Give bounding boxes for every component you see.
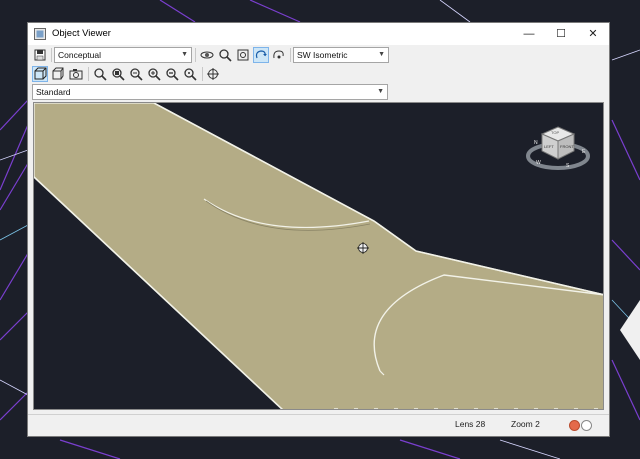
status-dot-icon: [569, 420, 580, 431]
toolbar-separator: [202, 67, 203, 81]
window-zoom-icon: [237, 49, 249, 61]
parallel-view-button[interactable]: [32, 66, 48, 82]
zoom-button[interactable]: [217, 47, 233, 63]
3d-viewport[interactable]: TOP FRONT LEFT N E S W: [33, 102, 604, 410]
zoom-previous-icon: [130, 68, 143, 81]
toolbar-separator: [290, 48, 291, 62]
lens-readout: Lens 28: [455, 419, 486, 429]
zoom-in-button[interactable]: [146, 66, 162, 82]
visual-style-value: Conceptual: [58, 50, 102, 60]
pan-button[interactable]: [205, 66, 221, 82]
close-button[interactable]: ✕: [577, 23, 609, 45]
pan-icon: [207, 68, 219, 80]
status-bar: Lens 28 Zoom 2: [28, 414, 609, 435]
maximize-button[interactable]: ☐: [545, 23, 577, 45]
zoom-extents-button[interactable]: [92, 66, 108, 82]
zoom-out-icon: [166, 68, 179, 81]
viewcube-front-label: FRONT: [560, 144, 574, 149]
window-title: Object Viewer: [52, 28, 111, 39]
orbit-button[interactable]: [199, 47, 215, 63]
style-dropdown[interactable]: Standard ▼: [32, 84, 388, 100]
status-dot-icon: [581, 420, 592, 431]
zoom-out-button[interactable]: [164, 66, 180, 82]
parallel-view-icon: [34, 67, 47, 80]
zoom-extents-icon: [94, 68, 107, 81]
toolbar-separator: [88, 67, 89, 81]
zoom-realtime-button[interactable]: [182, 66, 198, 82]
compass-w-label: W: [536, 160, 541, 166]
viewcube-left-label: LEFT: [544, 144, 554, 149]
camera-icon: [69, 69, 83, 80]
continuous-orbit-icon: [273, 50, 284, 59]
object-viewer-window: Object Viewer — ☐ ✕ Conceptual ▼ SW Isom…: [27, 22, 610, 437]
style-value: Standard: [36, 87, 71, 97]
camera-view-button[interactable]: [68, 66, 84, 82]
compass-e-label: E: [582, 149, 586, 155]
toolbar-separator: [51, 48, 52, 62]
zoom-window-button[interactable]: [110, 66, 126, 82]
perspective-view-icon: [52, 67, 64, 80]
minimize-button[interactable]: —: [513, 23, 545, 45]
save-button[interactable]: [32, 47, 48, 63]
object-viewer-app-icon: [34, 28, 46, 40]
visual-style-dropdown[interactable]: Conceptual ▼: [54, 47, 192, 63]
continuous-orbit-button[interactable]: [271, 47, 287, 63]
close-icon: ✕: [588, 28, 598, 40]
chevron-down-icon: ▼: [378, 51, 385, 58]
road-surface-model: [34, 103, 603, 409]
view-preset-dropdown[interactable]: SW Isometric ▼: [293, 47, 389, 63]
compass-n-label: N: [534, 140, 538, 146]
view-toolbar: [28, 66, 609, 84]
zoom-window-icon: [112, 68, 125, 81]
free-orbit-button[interactable]: [253, 47, 269, 63]
orbit-icon: [200, 51, 214, 59]
style-row: Standard ▼: [28, 84, 609, 100]
view-preset-value: SW Isometric: [297, 50, 348, 60]
perspective-view-button[interactable]: [50, 66, 66, 82]
zoom-realtime-icon: [184, 68, 197, 81]
chevron-down-icon: ▼: [377, 88, 384, 95]
maximize-icon: ☐: [556, 28, 566, 40]
minimize-icon: —: [523, 28, 535, 40]
compass-s-label: S: [566, 163, 570, 169]
zoom-previous-button[interactable]: [128, 66, 144, 82]
viewcube-top-label: TOP: [551, 130, 560, 135]
main-toolbar: Conceptual ▼ SW Isometric ▼: [28, 47, 609, 65]
window-zoom-button[interactable]: [235, 47, 251, 63]
save-icon: [34, 49, 46, 61]
zoom-icon: [219, 49, 232, 62]
free-orbit-icon: [255, 50, 267, 59]
zoom-in-icon: [148, 68, 161, 81]
pan-cursor-icon: [357, 242, 369, 254]
status-toggle[interactable]: [569, 420, 593, 431]
zoom-readout: Zoom 2: [511, 419, 540, 429]
title-bar[interactable]: Object Viewer — ☐ ✕: [28, 23, 609, 45]
chevron-down-icon: ▼: [181, 51, 188, 58]
toolbar-separator: [195, 48, 196, 62]
viewcube[interactable]: TOP FRONT LEFT N E S W: [522, 123, 594, 173]
